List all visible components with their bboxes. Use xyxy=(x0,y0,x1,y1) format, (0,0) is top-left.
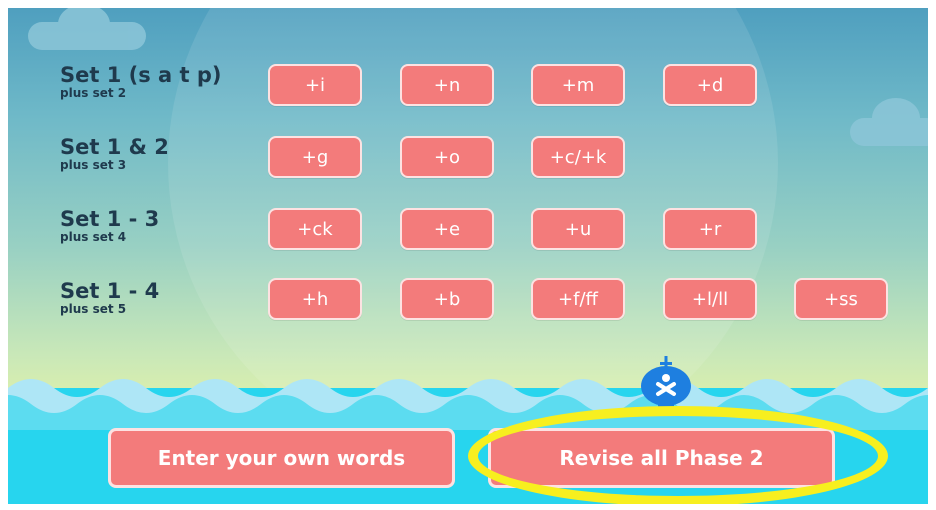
phoneme-button-n[interactable]: +n xyxy=(400,64,494,106)
phoneme-button-f-ff[interactable]: +f/ff xyxy=(531,278,625,320)
phoneme-button-l-ll[interactable]: +l/ll xyxy=(663,278,757,320)
phoneme-button-g[interactable]: +g xyxy=(268,136,362,178)
phoneme-button-b[interactable]: +b xyxy=(400,278,494,320)
set-title: Set 1 & 2 xyxy=(60,135,169,159)
cloud-icon xyxy=(28,8,146,50)
set-label-2: Set 1 & 2 plus set 3 xyxy=(60,136,169,172)
set-title: Set 1 - 3 xyxy=(60,207,160,231)
phoneme-button-ss[interactable]: +ss xyxy=(794,278,888,320)
set-label-1: Set 1 (s a t p) plus set 2 xyxy=(60,64,222,100)
phoneme-button-h[interactable]: +h xyxy=(268,278,362,320)
phoneme-button-c-k[interactable]: +c/+k xyxy=(531,136,625,178)
set-label-4: Set 1 - 4 plus set 5 xyxy=(60,280,159,316)
phoneme-button-o[interactable]: +o xyxy=(400,136,494,178)
cloud-icon xyxy=(850,98,928,146)
phoneme-button-i[interactable]: +i xyxy=(268,64,362,106)
set-title: Set 1 (s a t p) xyxy=(60,63,222,87)
revise-all-phase2-button[interactable]: Revise all Phase 2 xyxy=(488,428,835,488)
set-label-3: Set 1 - 3 plus set 4 xyxy=(60,208,159,244)
phoneme-button-m[interactable]: +m xyxy=(531,64,625,106)
set-subtitle: plus set 4 xyxy=(60,230,127,244)
enter-own-words-button[interactable]: Enter your own words xyxy=(108,428,455,488)
set-subtitle: plus set 2 xyxy=(60,86,127,100)
game-screen: Set 1 (s a t p) plus set 2 +i +n +m +d S… xyxy=(8,8,928,504)
phoneme-button-d[interactable]: +d xyxy=(663,64,757,106)
waves xyxy=(8,379,928,430)
phoneme-button-u[interactable]: +u xyxy=(531,208,625,250)
set-subtitle: plus set 5 xyxy=(60,302,127,316)
phoneme-button-ck[interactable]: +ck xyxy=(268,208,362,250)
set-subtitle: plus set 3 xyxy=(60,158,127,172)
phoneme-button-r[interactable]: +r xyxy=(663,208,757,250)
set-title: Set 1 - 4 xyxy=(60,279,160,303)
phoneme-button-e[interactable]: +e xyxy=(400,208,494,250)
boat-icon xyxy=(641,356,691,410)
